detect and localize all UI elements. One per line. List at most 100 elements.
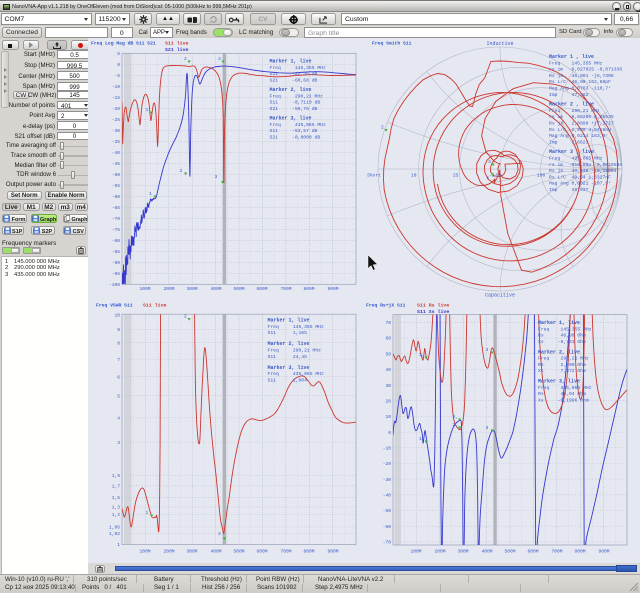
svg-text:300M: 300M bbox=[457, 549, 468, 555]
svg-text:1,3: 1,3 bbox=[112, 505, 121, 511]
svg-text:Rs 2,090 Ohm: Rs 2,090 Ohm bbox=[538, 362, 586, 368]
svg-text:-40: -40 bbox=[112, 150, 121, 156]
svg-text:900M: 900M bbox=[327, 286, 338, 292]
svg-text:40: 40 bbox=[385, 367, 391, 373]
svg-text:-35: -35 bbox=[112, 139, 121, 145]
svg-text:300M: 300M bbox=[186, 549, 197, 555]
svg-text:500M: 500M bbox=[504, 549, 515, 555]
svg-text:400M: 400M bbox=[481, 549, 492, 555]
svg-text:S11 1,165: S11 1,165 bbox=[268, 330, 308, 336]
svg-text:Marker 3, live: Marker 3, live bbox=[538, 379, 580, 385]
svg-text:Freq 435,065 MHz: Freq 435,065 MHz bbox=[549, 156, 603, 162]
svg-text:-60: -60 bbox=[383, 524, 392, 530]
svg-text:2: 2 bbox=[180, 168, 183, 174]
svg-text:Rs 49,94 Ohm: Rs 49,94 Ohm bbox=[538, 391, 586, 397]
svg-text:Xs -6,731 Ohm: Xs -6,731 Ohm bbox=[538, 339, 586, 345]
svg-text:Marker 1, live: Marker 1, live bbox=[538, 320, 580, 326]
svg-text:re im -0,88206 0,26635: re im -0,88206 0,26635 bbox=[549, 114, 614, 120]
svg-text:-10: -10 bbox=[112, 84, 121, 90]
svg-text:700M: 700M bbox=[280, 549, 291, 555]
svg-text:1: 1 bbox=[146, 510, 149, 516]
svg-text:3: 3 bbox=[215, 174, 218, 180]
svg-text:20: 20 bbox=[385, 398, 391, 404]
svg-text:Freq 435,065 MHz: Freq 435,065 MHz bbox=[538, 385, 592, 391]
svg-text:Inductive: Inductive bbox=[486, 41, 513, 47]
svg-text:Freq Smith S11: Freq Smith S11 bbox=[372, 41, 412, 47]
svg-text:900M: 900M bbox=[598, 549, 609, 555]
svg-text:1,: 1, bbox=[419, 436, 425, 442]
svg-text:1,2: 1,2 bbox=[112, 512, 121, 518]
svg-text:S21 -50,76 dB: S21 -50,76 dB bbox=[270, 106, 318, 112]
svg-text:300M: 300M bbox=[186, 286, 197, 292]
svg-text:Xs 7,372 Ohm: Xs 7,372 Ohm bbox=[538, 368, 586, 374]
svg-text:Capacitive: Capacitive bbox=[485, 293, 515, 299]
svg-text:1: 1 bbox=[146, 107, 149, 113]
svg-text:Rs L/C 46,90 162,68pF: Rs L/C 46,90 162,68pF bbox=[549, 79, 611, 85]
svg-text:100M: 100M bbox=[410, 549, 421, 555]
svg-text:2,: 2, bbox=[453, 422, 459, 428]
svg-text:5: 5 bbox=[117, 51, 120, 57]
svg-text:Rs jX 2,0898 +j7,3717: Rs jX 2,0898 +j7,3717 bbox=[549, 121, 614, 127]
svg-text:re im -616,86u -0,0019586: re im -616,86u -0,0019586 bbox=[549, 162, 622, 168]
svg-text:-55: -55 bbox=[112, 183, 121, 189]
svg-text:S11 live: S11 live bbox=[143, 303, 167, 309]
svg-text:200M: 200M bbox=[163, 286, 174, 292]
svg-text:600M: 600M bbox=[256, 549, 267, 555]
svg-text:6: 6 bbox=[117, 374, 120, 380]
svg-text:Rs L/C 49,94 1,8327nF: Rs L/C 49,94 1,8327nF bbox=[549, 174, 611, 180]
svg-text:S11 Xs live: S11 Xs live bbox=[417, 309, 449, 315]
svg-text:Rs jX 46,901 -j6,7306: Rs jX 46,901 -j6,7306 bbox=[549, 73, 614, 79]
svg-text:S21 -0,8000 dB: S21 -0,8000 dB bbox=[270, 134, 321, 140]
svg-text:1: 1 bbox=[487, 175, 490, 181]
svg-text:600M: 600M bbox=[527, 549, 538, 555]
svg-text:8: 8 bbox=[117, 340, 120, 346]
svg-text:Mag Ang 0,0021 -107,5°: Mag Ang 0,0021 -107,5° bbox=[549, 181, 611, 187]
svg-text:Freq 435,065 MHz: Freq 435,065 MHz bbox=[268, 371, 324, 377]
svg-text:100M: 100M bbox=[139, 549, 150, 555]
svg-text:-15: -15 bbox=[112, 95, 121, 101]
svg-text:-20: -20 bbox=[112, 106, 121, 112]
svg-text:Marker 2, live: Marker 2, live bbox=[268, 341, 310, 347]
svg-text:Mag Ang 0,9214 163,0°: Mag Ang 0,9214 163,0° bbox=[549, 133, 608, 139]
svg-text:Rs 46,90 Ohm: Rs 46,90 Ohm bbox=[538, 333, 586, 339]
svg-text:Marker 2, live: Marker 2, live bbox=[538, 349, 580, 355]
svg-text:0: 0 bbox=[388, 430, 391, 436]
svg-text:Marker 3, live: Marker 3, live bbox=[268, 365, 310, 371]
svg-text:1,9: 1,9 bbox=[112, 473, 121, 479]
svg-text:-80: -80 bbox=[112, 238, 121, 244]
svg-text:Freq 290,21 MHz: Freq 290,21 MHz bbox=[270, 93, 324, 99]
svg-text:Freq 145,355 MHz: Freq 145,355 MHz bbox=[549, 60, 603, 66]
svg-text:-20: -20 bbox=[383, 461, 392, 467]
svg-text:Freq Log Mag dB S11 S21: Freq Log Mag dB S11 S21 bbox=[91, 41, 156, 47]
svg-text:Marker 1, live: Marker 1, live bbox=[270, 59, 312, 65]
svg-text:Imp 49,937: Imp 49,937 bbox=[549, 187, 589, 193]
svg-text:Freq 290,21 MHz: Freq 290,21 MHz bbox=[549, 108, 600, 114]
svg-text:3: 3 bbox=[486, 347, 489, 353]
svg-text:Freq 435,065 MHz: Freq 435,065 MHz bbox=[270, 122, 326, 128]
svg-text:S11 1,004: S11 1,004 bbox=[268, 378, 308, 384]
svg-text:-50: -50 bbox=[112, 172, 121, 178]
svg-text:0: 0 bbox=[117, 62, 120, 68]
svg-text:S21 -60,68 dB: S21 -60,68 dB bbox=[270, 77, 318, 83]
svg-text:-65: -65 bbox=[112, 205, 121, 211]
svg-text:-60: -60 bbox=[112, 194, 121, 200]
svg-text:Freq 145,355 MHz: Freq 145,355 MHz bbox=[270, 65, 326, 71]
svg-text:600M: 600M bbox=[256, 286, 267, 292]
svg-text:400M: 400M bbox=[210, 549, 221, 555]
svg-text:re im -0,027025 -0,071336: re im -0,027025 -0,071336 bbox=[549, 67, 622, 73]
svg-text:400M: 400M bbox=[210, 286, 221, 292]
svg-text:200M: 200M bbox=[434, 549, 445, 555]
svg-text:Mag Ang 0,0763 -110,7°: Mag Ang 0,0763 -110,7° bbox=[549, 86, 611, 92]
svg-text:Marker 2 , live: Marker 2 , live bbox=[549, 102, 594, 108]
svg-text:Freq 290,21 MHz: Freq 290,21 MHz bbox=[538, 356, 589, 362]
svg-text:800M: 800M bbox=[303, 549, 314, 555]
svg-text:Imp 7,6623: Imp 7,6623 bbox=[549, 139, 589, 145]
svg-text:-90: -90 bbox=[112, 260, 121, 266]
svg-text:-30: -30 bbox=[383, 477, 392, 483]
svg-text:-30: -30 bbox=[112, 128, 121, 134]
svg-text:3: 3 bbox=[488, 159, 491, 165]
svg-text:200M: 200M bbox=[163, 549, 174, 555]
svg-text:Marker 1 , live: Marker 1 , live bbox=[549, 54, 594, 60]
svg-text:10: 10 bbox=[114, 313, 120, 319]
svg-text:3: 3 bbox=[486, 425, 489, 431]
